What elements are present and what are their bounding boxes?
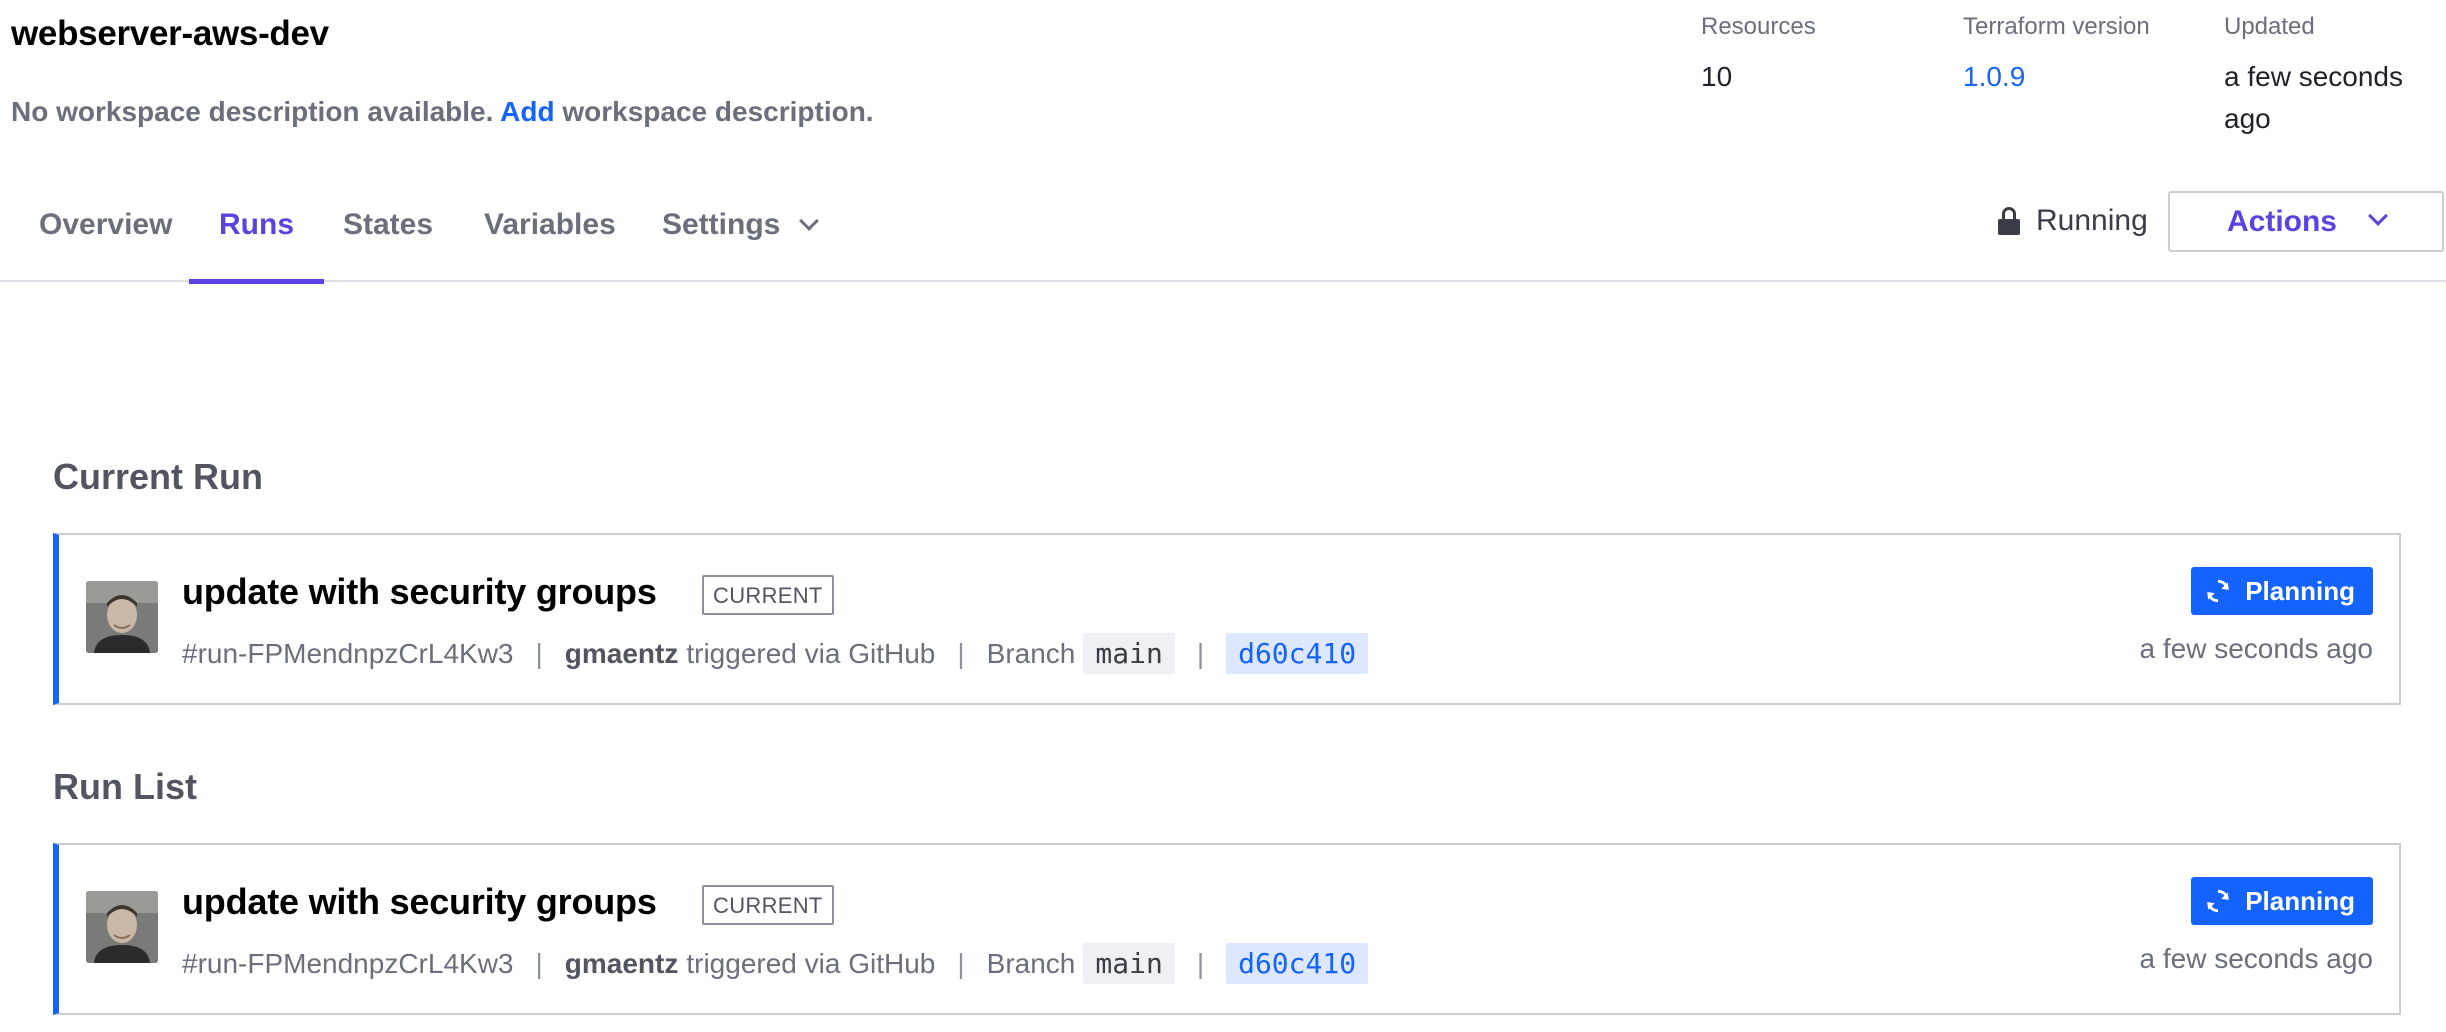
- branch-chip: main: [1083, 633, 1175, 674]
- branch-label: Branch: [986, 947, 1076, 979]
- separator: |: [1196, 947, 1205, 979]
- branch-label: Branch: [986, 637, 1076, 669]
- actions-button[interactable]: Actions: [2168, 191, 2444, 252]
- run-meta: #run-FPMendnpzCrL4Kw3 | gmaentz triggere…: [182, 633, 1369, 674]
- separator: |: [535, 637, 543, 669]
- tab-runs[interactable]: Runs: [189, 196, 324, 284]
- workspace-lock-status: Running: [1998, 204, 2148, 238]
- add-description-link[interactable]: Add: [500, 96, 554, 127]
- commit-link[interactable]: d60c410: [1226, 633, 1369, 674]
- workspace-title: webserver-aws-dev: [11, 14, 329, 53]
- current-badge: CURRENT: [702, 575, 834, 615]
- current-run-heading: Current Run: [53, 456, 263, 497]
- run-id[interactable]: #run-FPMendnpzCrL4Kw3: [182, 638, 514, 670]
- commit-link[interactable]: d60c410: [1226, 943, 1369, 984]
- run-user: gmaentz: [564, 637, 679, 669]
- run-list-item[interactable]: update with security groups CURRENT #run…: [53, 843, 2401, 1015]
- description-text: No workspace description available.: [11, 96, 494, 127]
- chevron-down-icon: [2368, 205, 2388, 226]
- updated-value: a few seconds ago: [2224, 61, 2403, 134]
- separator: |: [957, 637, 965, 669]
- run-trigger: triggered via GitHub: [686, 947, 936, 979]
- description-suffix: workspace description.: [562, 96, 874, 127]
- current-badge: CURRENT: [702, 885, 834, 925]
- tab-overview[interactable]: Overview: [39, 196, 172, 282]
- tab-settings[interactable]: Settings: [662, 196, 820, 282]
- updated-meta: Updated a few seconds ago: [2224, 12, 2434, 140]
- terraform-version-label: Terraform version: [1963, 13, 2150, 40]
- lock-icon: [1998, 207, 2020, 235]
- run-list-heading: Run List: [53, 766, 197, 807]
- resources-value: 10: [1701, 61, 1733, 92]
- workspace-description: No workspace description available. Add …: [11, 96, 874, 128]
- terraform-version-link[interactable]: 1.0.9: [1963, 56, 2150, 98]
- branch-chip: main: [1083, 943, 1175, 984]
- avatar: [86, 581, 158, 653]
- planning-label: Planning: [2245, 885, 2355, 916]
- sync-icon: [2207, 579, 2230, 603]
- actions-label: Actions: [2226, 204, 2337, 238]
- run-time: a few seconds ago: [2139, 633, 2374, 664]
- chevron-down-icon: [799, 211, 820, 231]
- run-trigger: triggered via GitHub: [686, 637, 936, 669]
- run-time: a few seconds ago: [2139, 943, 2374, 974]
- current-run-card[interactable]: update with security groups CURRENT #run…: [53, 533, 2401, 705]
- run-id[interactable]: #run-FPMendnpzCrL4Kw3: [182, 948, 514, 980]
- run-user: gmaentz: [564, 947, 679, 979]
- separator: |: [1196, 637, 1205, 669]
- separator: |: [535, 947, 543, 979]
- run-title-link[interactable]: update with security groups: [182, 571, 657, 613]
- tab-states[interactable]: States: [343, 196, 433, 282]
- tab-variables[interactable]: Variables: [484, 196, 616, 282]
- planning-status-badge[interactable]: Planning: [2191, 877, 2373, 925]
- running-label: Running: [2036, 204, 2148, 237]
- resources-meta: Resources 10: [1701, 12, 1816, 98]
- updated-label: Updated: [2224, 13, 2315, 40]
- sync-icon: [2207, 889, 2230, 913]
- planning-label: Planning: [2245, 575, 2355, 606]
- separator: |: [957, 947, 965, 979]
- resources-label: Resources: [1701, 13, 1816, 40]
- tab-settings-label: Settings: [662, 208, 781, 241]
- planning-status-badge[interactable]: Planning: [2191, 567, 2373, 615]
- run-meta: #run-FPMendnpzCrL4Kw3 | gmaentz triggere…: [182, 943, 1369, 984]
- terraform-version-meta: Terraform version 1.0.9: [1963, 12, 2150, 98]
- avatar: [86, 891, 158, 963]
- run-title-link[interactable]: update with security groups: [182, 881, 657, 923]
